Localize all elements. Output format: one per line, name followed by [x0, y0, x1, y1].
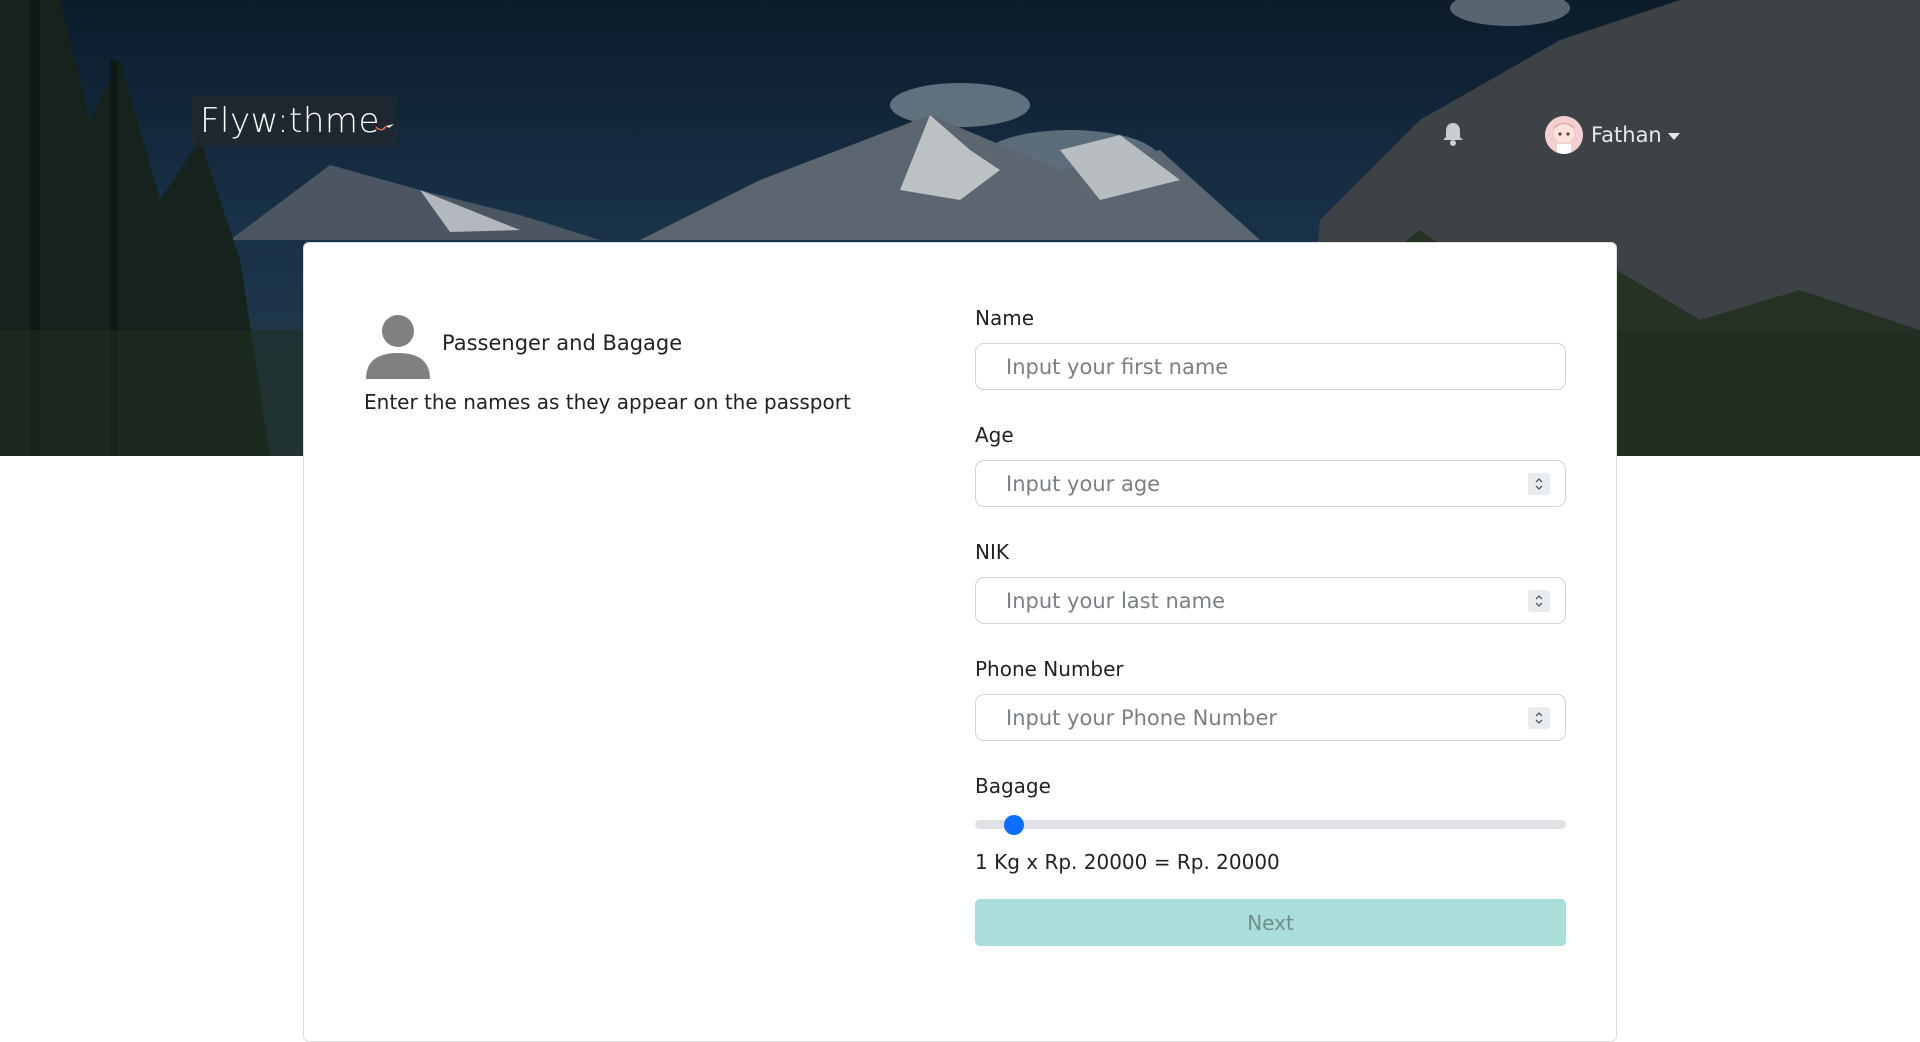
plane-icon: [375, 124, 394, 131]
bagage-slider[interactable]: [975, 811, 1566, 837]
nik-field-wrapper: [975, 577, 1566, 624]
nik-stepper[interactable]: [1528, 590, 1550, 612]
caret-down-icon: [1667, 132, 1680, 140]
avatar: [1545, 116, 1583, 154]
bagage-label: Bagage: [975, 774, 1051, 798]
user-name: Fathan: [1591, 123, 1662, 147]
logo[interactable]: Flyw:thme: [192, 95, 398, 147]
stepper-arrows-icon: [1535, 712, 1543, 724]
phone-stepper[interactable]: [1528, 707, 1550, 729]
next-button[interactable]: Next: [975, 899, 1566, 946]
nik-label: NIK: [975, 540, 1009, 564]
phone-input[interactable]: [976, 695, 1565, 740]
age-field-wrapper: [975, 460, 1566, 507]
logo-text: Flyw:thme: [200, 101, 380, 141]
age-label: Age: [975, 423, 1014, 447]
name-input[interactable]: [976, 344, 1565, 389]
name-label: Name: [975, 306, 1035, 330]
person-icon: [366, 315, 430, 379]
section-subtitle: Enter the names as they appear on the pa…: [364, 390, 851, 414]
passenger-form: Name Age NIK Phone Number: [975, 305, 1566, 946]
user-menu[interactable]: Fathan: [1545, 115, 1680, 155]
bagage-slider-track[interactable]: [975, 820, 1566, 829]
stepper-arrows-icon: [1535, 595, 1543, 607]
phone-field-wrapper: [975, 694, 1566, 741]
passenger-card: Passenger and Bagage Enter the names as …: [303, 242, 1617, 1042]
bagage-slider-thumb[interactable]: [1003, 815, 1024, 835]
section-title: Passenger and Bagage: [442, 331, 683, 355]
nik-input[interactable]: [976, 578, 1565, 623]
phone-label: Phone Number: [975, 657, 1124, 681]
stepper-arrows-icon: [1535, 478, 1543, 490]
name-field-wrapper: [975, 343, 1566, 390]
bell-icon[interactable]: [1441, 121, 1465, 147]
bagage-calculation: 1 Kg x Rp. 20000 = Rp. 20000: [975, 850, 1280, 874]
age-stepper[interactable]: [1528, 473, 1550, 495]
age-input[interactable]: [976, 461, 1565, 506]
